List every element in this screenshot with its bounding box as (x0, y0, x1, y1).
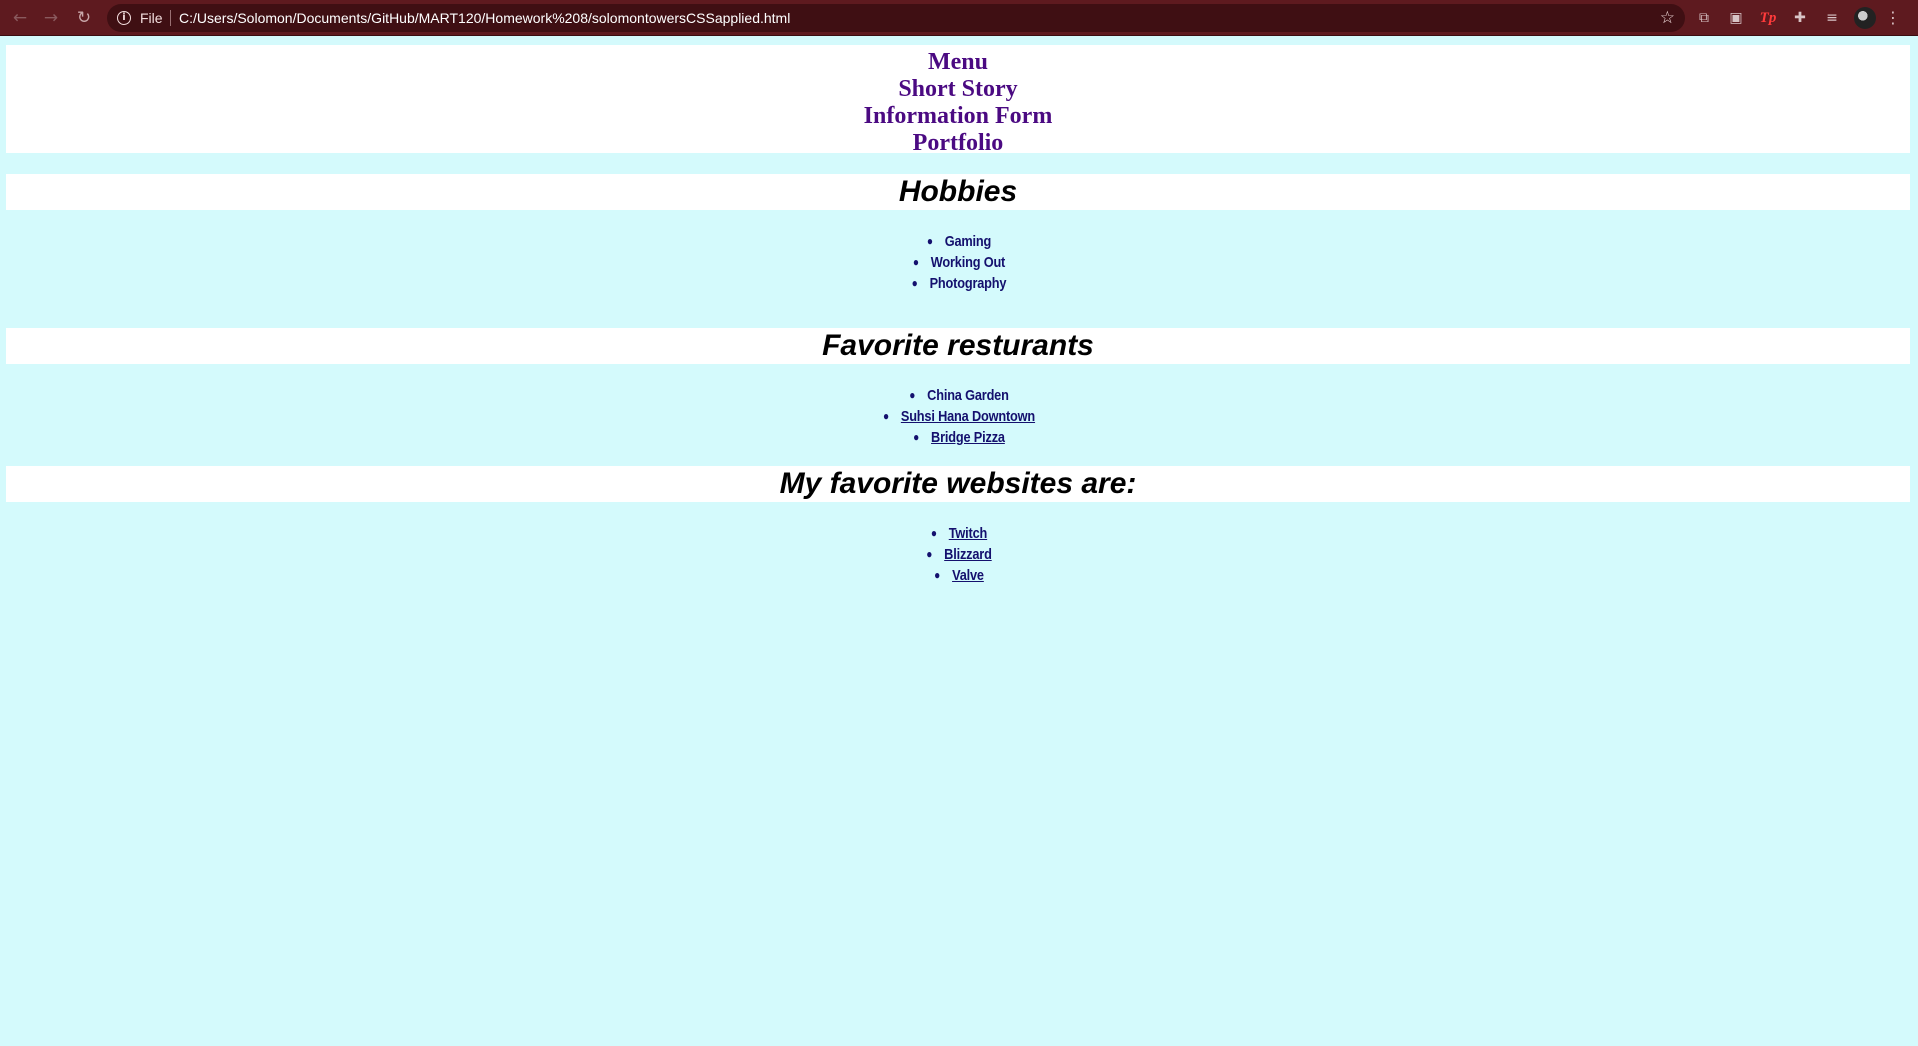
extension-1-icon[interactable]: ⧉ (1694, 8, 1714, 28)
websites-list: ● Twitch ● Blizzard ● Valve (0, 523, 1918, 586)
restaurants-list: ● China Garden ● Suhsi Hana Downtown ● Brid… (0, 385, 1918, 448)
avatar[interactable] (1854, 7, 1876, 29)
address-bar[interactable]: i File C:/Users/Solomon/Documents/GitHub… (107, 4, 1685, 32)
reload-button[interactable]: ↻ (73, 7, 95, 29)
browser-menu-icon[interactable]: ⋮ (1885, 7, 1901, 29)
bullet-icon: ● (934, 568, 941, 582)
list-item: ● Gaming (926, 233, 992, 250)
list-item: ● Valve (144, 565, 1774, 586)
forward-button[interactable]: → (40, 7, 62, 29)
website-link-valve[interactable]: Valve (952, 567, 984, 584)
bullet-icon: ● (909, 388, 916, 402)
address-divider (170, 10, 171, 26)
browser-toolbar: ← → ↻ i File C:/Users/Solomon/Documents/… (0, 0, 1918, 36)
list-item: ● China Garden (909, 387, 1009, 404)
nav-link-short-story[interactable]: Short Story (6, 76, 1910, 103)
nav-link-menu[interactable]: Menu (6, 49, 1910, 76)
nav-link-information-form[interactable]: Information Form (6, 103, 1910, 130)
nav-link-portfolio[interactable]: Portfolio (6, 130, 1910, 157)
restaurant-link-bridge-pizza[interactable]: Bridge Pizza (931, 429, 1005, 446)
list-item: ● Blizzard (144, 544, 1774, 565)
restaurant-link-suhsi-hana[interactable]: Suhsi Hana Downtown (901, 408, 1035, 425)
bullet-icon: ● (912, 255, 919, 269)
bullet-icon: ● (926, 234, 933, 248)
list-item: ● Bridge Pizza (144, 427, 1774, 448)
extension-2-icon[interactable]: ▣ (1726, 8, 1746, 28)
url-text[interactable]: C:/Users/Solomon/Documents/GitHub/MART12… (179, 10, 790, 26)
bullet-icon: ● (913, 430, 920, 444)
bullet-icon: ● (926, 547, 933, 561)
list-item: ● Twitch (144, 523, 1774, 544)
reload-icon: ↻ (76, 8, 92, 28)
websites-heading: My favorite websites are: (6, 466, 1910, 502)
site-info-icon[interactable]: i (117, 11, 131, 25)
page-content: Menu Short Story Information Form Portfo… (0, 37, 1918, 1046)
list-item: ● Photography (911, 275, 1007, 292)
list-item: ● Suhsi Hana Downtown (144, 406, 1774, 427)
hobbies-list: ● Gaming ● Working Out ● Photography (0, 231, 1918, 294)
file-label: File (140, 10, 163, 26)
forward-arrow-icon: → (43, 8, 59, 28)
restaurants-heading: Favorite resturants (6, 328, 1910, 364)
bullet-icon: ● (882, 409, 889, 423)
puzzle-icon[interactable]: ✚ (1790, 8, 1810, 28)
hobbies-heading: Hobbies (6, 174, 1910, 210)
tp-extension-icon[interactable]: Tp (1758, 8, 1778, 28)
website-link-twitch[interactable]: Twitch (949, 525, 988, 542)
bookmark-star-icon[interactable]: ☆ (1660, 7, 1675, 29)
reading-list-icon[interactable]: ≡ (1822, 8, 1842, 28)
navigation-menu: Menu Short Story Information Form Portfo… (6, 45, 1910, 156)
list-item: ● Working Out (912, 254, 1006, 271)
bullet-icon: ● (930, 526, 937, 540)
back-arrow-icon: ← (12, 8, 28, 28)
website-link-blizzard[interactable]: Blizzard (944, 546, 992, 563)
back-button[interactable]: ← (9, 7, 31, 29)
bullet-icon: ● (911, 276, 918, 290)
